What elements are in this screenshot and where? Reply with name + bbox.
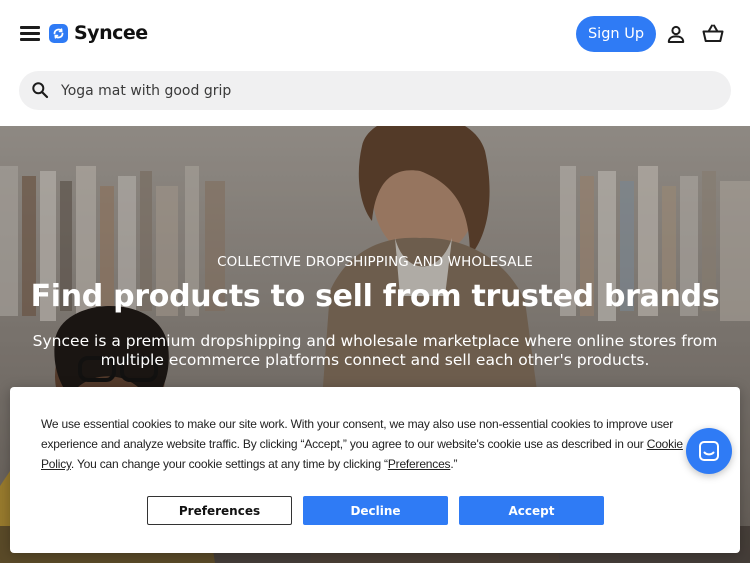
search-bar [19,71,731,110]
chat-launcher-button[interactable] [686,428,732,474]
cart-icon[interactable] [701,22,725,46]
search-icon[interactable] [31,81,49,99]
cookie-text-part1: We use essential cookies to make our sit… [41,417,674,451]
cookie-text: We use essential cookies to make our sit… [41,414,706,474]
menu-icon[interactable] [20,24,40,41]
page: Syncee Sign Up Yoga mat with good grip C… [0,0,750,563]
cookie-text-part2: . You can change your cookie settings at… [70,457,388,471]
user-icon[interactable] [664,22,688,46]
preferences-link[interactable]: Preferences [388,457,451,471]
hero-subtitle: Syncee is a premium dropshipping and who… [32,332,718,369]
accept-button[interactable]: Accept [459,496,604,525]
search-input[interactable] [61,71,711,110]
signup-button[interactable]: Sign Up [576,16,656,52]
preferences-button[interactable]: Preferences [147,496,292,525]
cookie-text-part3: .” [450,457,458,471]
hero-title: Find products to sell from trusted brand… [30,279,720,314]
cookie-banner: We use essential cookies to make our sit… [10,387,740,553]
brand-name: Syncee [74,22,148,44]
hero-eyebrow: COLLECTIVE DROPSHIPPING AND WHOLESALE [217,254,533,270]
chat-icon [699,441,719,461]
decline-button[interactable]: Decline [303,496,448,525]
logo-mark-icon [49,23,68,43]
brand-logo[interactable]: Syncee [49,22,148,44]
site-header: Syncee Sign Up [0,0,750,68]
